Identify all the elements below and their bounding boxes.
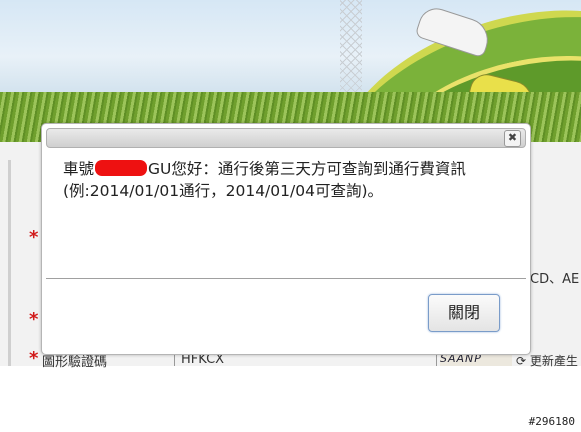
- image-watermark: #296180: [528, 415, 575, 428]
- required-marker: *: [29, 348, 39, 369]
- close-button[interactable]: 關閉: [428, 294, 500, 332]
- redacted-plate-number: [95, 160, 148, 176]
- refresh-icon: ⟳: [516, 354, 527, 368]
- required-marker: *: [29, 309, 39, 330]
- form-left-border: [8, 160, 11, 366]
- dialog-message: 車號 GU您好：通行後第三天方可查詢到通行費資訊(例:2014/01/01通行，2…: [63, 158, 503, 202]
- field-hint-text: CD、AE: [530, 272, 580, 287]
- refresh-captcha-label: 更新產生: [529, 354, 578, 368]
- dialog-titlebar[interactable]: ✖: [46, 128, 526, 148]
- dialog-message-prefix: 車號: [63, 160, 95, 178]
- close-icon[interactable]: ✖: [504, 130, 521, 147]
- header-banner: [0, 0, 581, 142]
- dialog-divider: [46, 278, 526, 279]
- required-marker: *: [29, 227, 39, 248]
- notice-dialog: ✖ 車號 GU您好：通行後第三天方可查詢到通行費資訊(例:2014/01/01通行…: [41, 123, 531, 355]
